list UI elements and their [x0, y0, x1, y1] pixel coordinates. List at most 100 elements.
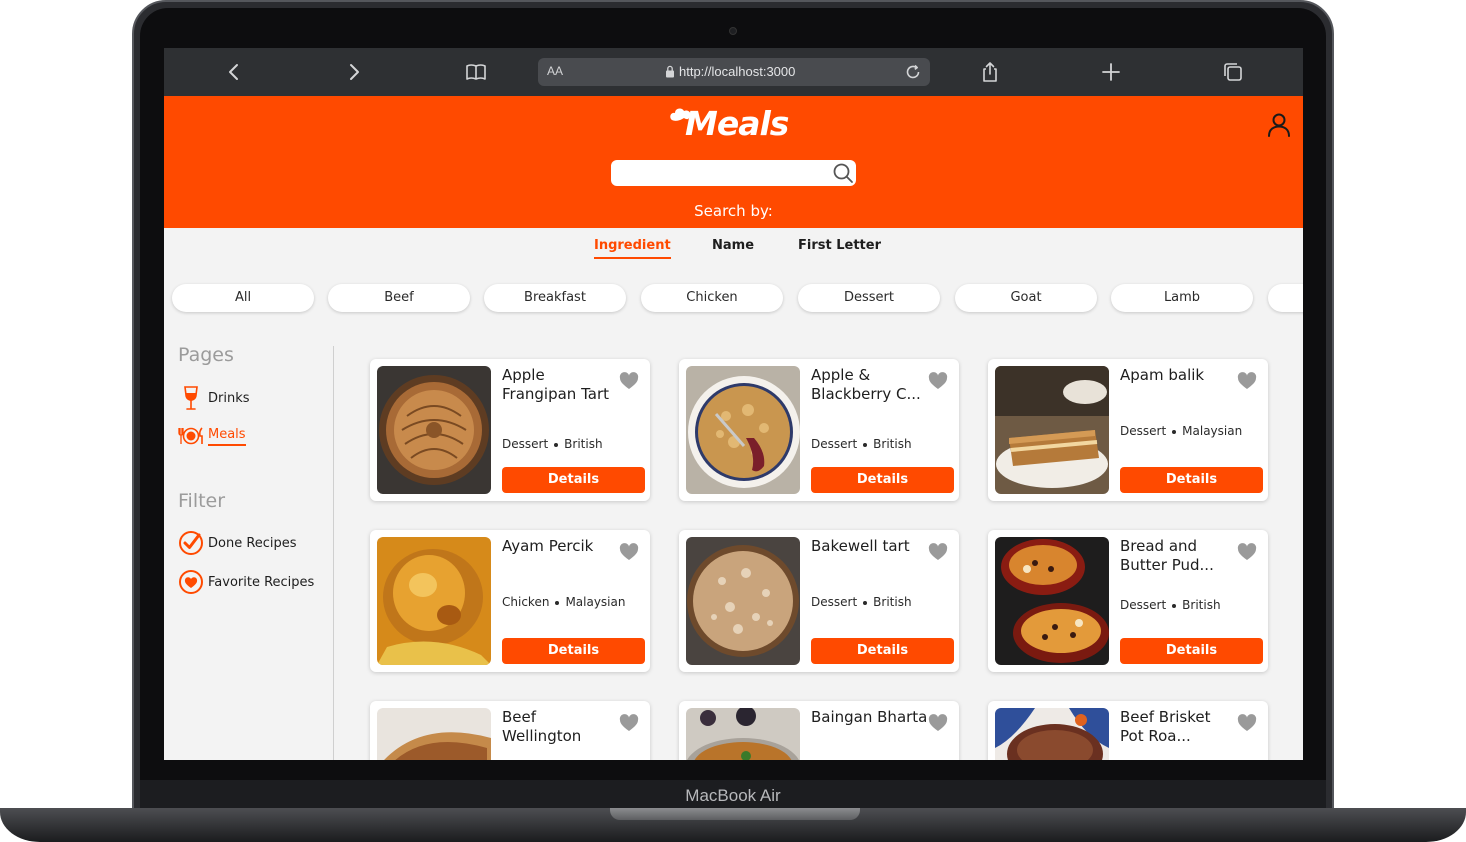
recipe-card[interactable]: Baingan Bharta [679, 701, 959, 760]
recipe-image[interactable] [686, 708, 800, 760]
filter-heading: Filter [178, 490, 226, 512]
bookmarks-icon[interactable] [464, 60, 488, 84]
sidebar-item-label: Drinks [208, 390, 250, 406]
app-header: Meals Search by: [164, 96, 1303, 228]
category-dessert[interactable]: Dessert [798, 284, 940, 312]
recipe-image[interactable] [995, 708, 1109, 760]
recipe-card[interactable]: Apam balik Dessert Malaysian Details [988, 359, 1268, 501]
category-chicken[interactable]: Chicken [641, 284, 783, 312]
recipe-meta: Dessert British [1120, 598, 1221, 612]
device-label: MacBook Air [685, 786, 781, 805]
recipe-title[interactable]: Apple & Blackberry C... [811, 366, 929, 404]
favorite-heart-icon[interactable] [928, 714, 948, 732]
lock-icon [666, 65, 674, 78]
recipe-meta: Dessert British [811, 437, 912, 451]
recipe-category: Chicken [502, 595, 550, 609]
wine-glass-icon [178, 385, 204, 411]
browser-toolbar: AA http://localhost:3000 [164, 48, 1303, 96]
favorite-heart-icon[interactable] [619, 714, 639, 732]
category-filter-bar: All Beef Breakfast Chicken Dessert Goat … [164, 284, 1303, 314]
sidebar-item-drinks[interactable]: Drinks [178, 385, 250, 411]
sidebar-item-label: Meals [208, 427, 246, 446]
profile-icon[interactable] [1266, 112, 1292, 138]
recipe-category: Dessert [1120, 598, 1167, 612]
recipe-title[interactable]: Apple Frangipan Tart [502, 366, 620, 404]
search-input[interactable] [611, 160, 856, 186]
recipe-title[interactable]: Apam balik [1120, 366, 1238, 385]
recipe-card[interactable]: Apple & Blackberry C... Dessert British D… [679, 359, 959, 501]
recipe-image[interactable] [377, 537, 491, 665]
recipe-card[interactable]: Apple Frangipan Tart Dessert British Deta… [370, 359, 650, 501]
favorite-heart-icon[interactable] [619, 543, 639, 561]
favorite-heart-icon[interactable] [928, 372, 948, 390]
recipe-category: Dessert [811, 437, 858, 451]
logo-text: Meals [685, 104, 789, 143]
details-button[interactable]: Details [811, 638, 954, 664]
separator-dot [555, 600, 560, 605]
search-by-label: Search by: [694, 202, 773, 220]
back-icon[interactable] [222, 60, 246, 84]
logo[interactable]: Meals [669, 104, 789, 146]
recipe-category: Dessert [502, 437, 549, 451]
recipe-card[interactable]: Ayam Percik Chicken Malaysian Details [370, 530, 650, 672]
address-bar[interactable]: AA http://localhost:3000 [538, 58, 930, 86]
recipe-image[interactable] [377, 708, 491, 760]
recipe-card[interactable]: Beef Brisket Pot Roa... [988, 701, 1268, 760]
pages-heading: Pages [178, 344, 234, 366]
recipe-title[interactable]: Baingan Bharta [811, 708, 929, 727]
filter-done-recipes[interactable]: Done Recipes [178, 530, 297, 556]
recipe-meta: Dessert Malaysian [1120, 424, 1242, 438]
filter-favorite-recipes[interactable]: Favorite Recipes [178, 569, 314, 595]
heart-circle-icon [178, 569, 204, 595]
new-tab-icon[interactable] [1099, 60, 1123, 84]
category-lamb[interactable]: Lamb [1111, 284, 1253, 312]
recipe-image[interactable] [377, 366, 491, 494]
details-button[interactable]: Details [811, 467, 954, 493]
recipe-category: Dessert [1120, 424, 1167, 438]
sidebar-item-meals[interactable]: Meals [178, 423, 246, 449]
recipe-meta: Dessert British [502, 437, 603, 451]
recipe-image[interactable] [995, 366, 1109, 494]
tab-first-letter[interactable]: First Letter [798, 238, 881, 253]
recipe-title[interactable]: Ayam Percik [502, 537, 620, 556]
separator-dot [1172, 429, 1177, 434]
sidebar-divider [333, 346, 334, 760]
favorite-heart-icon[interactable] [928, 543, 948, 561]
category-all[interactable]: All [172, 284, 314, 312]
recipe-title[interactable]: Bread and Butter Pud... [1120, 537, 1238, 575]
tab-ingredient[interactable]: Ingredient [594, 238, 671, 259]
recipe-title[interactable]: Bakewell tart [811, 537, 929, 556]
favorite-heart-icon[interactable] [1237, 714, 1257, 732]
tab-name[interactable]: Name [712, 238, 754, 253]
recipe-card[interactable]: Bread and Butter Pud... Dessert British D… [988, 530, 1268, 672]
recipe-image[interactable] [995, 537, 1109, 665]
favorite-heart-icon[interactable] [619, 372, 639, 390]
favorite-heart-icon[interactable] [1237, 543, 1257, 561]
details-button[interactable]: Details [502, 467, 645, 493]
share-icon[interactable] [978, 60, 1002, 84]
search-type-tabs: Ingredient Name First Letter [164, 236, 1303, 266]
recipe-card[interactable]: Bakewell tart Dessert British Details [679, 530, 959, 672]
tabs-overview-icon[interactable] [1221, 60, 1245, 84]
forward-icon[interactable] [342, 60, 366, 84]
reload-icon[interactable] [904, 63, 922, 81]
recipe-card[interactable]: Beef Wellington [370, 701, 650, 760]
category-beef[interactable]: Beef [328, 284, 470, 312]
favorite-heart-icon[interactable] [1237, 372, 1257, 390]
sidebar-item-label: Done Recipes [208, 535, 297, 551]
recipe-area: British [873, 437, 912, 451]
search-icon[interactable] [832, 162, 854, 184]
recipe-image[interactable] [686, 366, 800, 494]
recipe-title[interactable]: Beef Brisket Pot Roa... [1120, 708, 1238, 746]
recipe-image[interactable] [686, 537, 800, 665]
category-goat[interactable]: Goat [955, 284, 1097, 312]
sidebar-item-label: Favorite Recipes [208, 574, 315, 590]
category-breakfast[interactable]: Breakfast [484, 284, 626, 312]
text-size-button[interactable]: AA [547, 64, 563, 78]
details-button[interactable]: Details [1120, 638, 1263, 664]
category-more[interactable] [1268, 284, 1303, 312]
details-button[interactable]: Details [502, 638, 645, 664]
camera [729, 27, 737, 35]
recipe-title[interactable]: Beef Wellington [502, 708, 620, 746]
details-button[interactable]: Details [1120, 467, 1263, 493]
